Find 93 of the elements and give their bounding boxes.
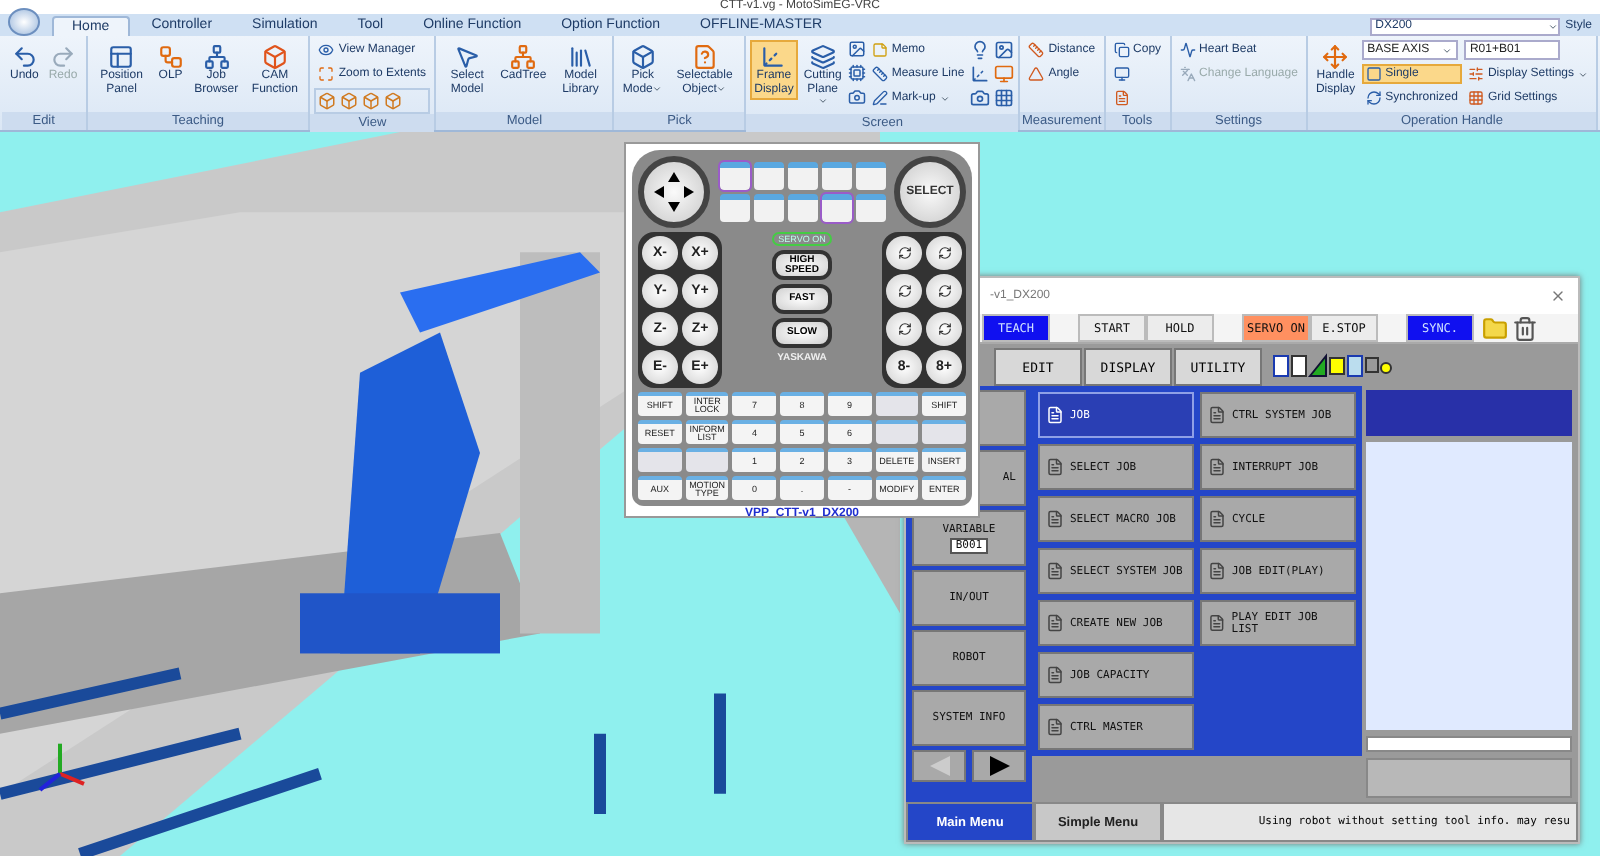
function-key[interactable]	[787, 194, 817, 222]
next-page-button[interactable]	[972, 750, 1026, 782]
app-menu-button[interactable]	[8, 8, 40, 36]
layers-icon	[809, 44, 836, 70]
jog-key[interactable]	[926, 274, 962, 308]
cube-icon	[629, 44, 656, 70]
jog-key[interactable]	[886, 274, 922, 308]
panel-icon	[108, 44, 135, 70]
bulb-icon[interactable]	[970, 40, 991, 60]
grid-icon	[1467, 90, 1484, 106]
right-arrow-icon	[989, 756, 1009, 776]
rotate-icon	[897, 322, 911, 336]
cube-icon[interactable]	[340, 92, 359, 110]
square-icon	[1365, 66, 1382, 82]
keypad-key[interactable]	[875, 420, 919, 444]
jog-key[interactable]	[926, 312, 962, 346]
function-key[interactable]	[821, 162, 851, 190]
pen-icon	[871, 90, 888, 106]
pointer-icon	[454, 44, 481, 70]
grid-icon[interactable]	[994, 88, 1015, 108]
monitor-icon[interactable]	[994, 64, 1015, 84]
monitor-icon	[1113, 66, 1130, 82]
jog-key[interactable]	[886, 312, 922, 346]
cube-icon[interactable]	[318, 92, 337, 110]
cube-icon[interactable]	[362, 92, 381, 110]
books-icon	[567, 44, 594, 70]
document-icon	[1046, 510, 1064, 528]
document-icon	[1208, 562, 1226, 580]
eye-icon	[318, 42, 335, 58]
function-key[interactable]	[719, 162, 749, 190]
document-icon	[1046, 458, 1064, 476]
chip-icon[interactable]	[847, 64, 866, 82]
keypad-key[interactable]	[922, 420, 966, 444]
keypad-key[interactable]	[875, 392, 919, 416]
language-icon	[1179, 66, 1196, 82]
keypad-key[interactable]	[685, 448, 729, 472]
arrows-icon	[654, 172, 694, 212]
trash-icon[interactable]	[1512, 315, 1538, 341]
nodes-icon	[157, 44, 184, 70]
undo-icon	[11, 44, 38, 70]
triangle-icon	[1028, 66, 1045, 82]
document-icon	[1046, 718, 1064, 736]
image-icon[interactable]	[994, 40, 1015, 60]
move-arrows-icon	[1322, 44, 1349, 70]
tree-icon	[203, 44, 230, 70]
function-key[interactable]	[821, 194, 851, 222]
function-key[interactable]	[787, 162, 817, 190]
document-icon	[1208, 614, 1226, 632]
function-key[interactable]	[753, 194, 783, 222]
left-arrow-icon	[929, 756, 949, 776]
image-icon[interactable]	[847, 40, 866, 58]
cube-icon[interactable]	[384, 92, 403, 110]
camera-icon[interactable]	[847, 88, 866, 106]
function-key[interactable]	[753, 162, 783, 190]
caret-icon	[1441, 45, 1452, 55]
document-icon	[1113, 90, 1130, 106]
copy-icon	[1113, 42, 1130, 58]
document-icon	[1046, 406, 1064, 424]
direction-pad[interactable]	[638, 156, 710, 228]
zoom-extents-icon	[318, 66, 335, 82]
ruler-icon	[1028, 42, 1045, 58]
rotate-icon	[897, 284, 911, 298]
rotate-icon	[937, 322, 951, 336]
document-icon	[1046, 666, 1064, 684]
function-key[interactable]	[855, 194, 885, 222]
cube-icon	[261, 44, 288, 70]
axes-icon	[760, 44, 787, 70]
redo-icon	[50, 44, 77, 70]
function-key[interactable]	[719, 194, 749, 222]
jog-key[interactable]	[886, 236, 922, 270]
jog-key[interactable]	[926, 236, 962, 270]
note-icon	[871, 42, 888, 58]
status-icons-drawing	[1272, 352, 1392, 380]
rotate-icon	[937, 246, 951, 260]
rotate-icon	[937, 284, 951, 298]
keypad-key[interactable]	[638, 448, 682, 472]
question-file-icon	[691, 44, 718, 70]
document-icon	[1046, 614, 1064, 632]
heartbeat-icon	[1179, 42, 1196, 58]
sliders-icon	[1467, 66, 1484, 82]
document-icon	[1208, 458, 1226, 476]
camera-icon[interactable]	[970, 88, 991, 108]
rotate-icon	[897, 246, 911, 260]
document-icon	[1208, 406, 1226, 424]
function-key[interactable]	[855, 162, 885, 190]
caret-icon	[1547, 21, 1558, 31]
axes-icon[interactable]	[970, 64, 991, 84]
sync-icon	[1365, 90, 1382, 106]
tree-icon	[510, 44, 537, 70]
close-icon[interactable]	[1550, 288, 1566, 304]
ruler-icon	[871, 66, 888, 82]
document-icon	[1046, 562, 1064, 580]
document-icon	[1208, 510, 1226, 528]
